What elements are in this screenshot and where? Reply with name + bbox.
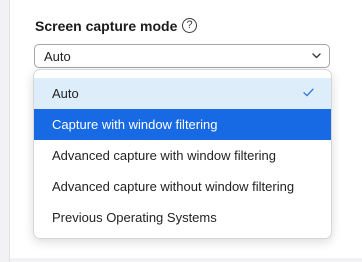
sidebar-edge	[0, 0, 10, 262]
option-previous-operating-systems[interactable]: Previous Operating Systems	[34, 202, 331, 233]
section-title: Screen capture mode	[35, 18, 178, 34]
option-capture-with-window-filtering[interactable]: Capture with window filtering	[34, 109, 331, 140]
option-auto[interactable]: Auto	[34, 78, 331, 109]
option-label: Previous Operating Systems	[52, 210, 217, 225]
option-advanced-capture-without-window-filtering[interactable]: Advanced capture without window filterin…	[34, 171, 331, 202]
option-label: Advanced capture with window filtering	[52, 148, 277, 163]
option-label: Auto	[52, 86, 79, 101]
panel-bottom-edge	[10, 258, 362, 262]
chevron-down-icon	[312, 53, 321, 59]
dropdown-menu: Auto Capture with window filtering Advan…	[33, 69, 332, 239]
option-advanced-capture-with-window-filtering[interactable]: Advanced capture with window filtering	[34, 140, 331, 171]
select-value: Auto	[44, 49, 71, 64]
question-circle-icon[interactable]: ?	[182, 18, 197, 33]
option-label: Advanced capture without window filterin…	[52, 179, 295, 194]
option-label: Capture with window filtering	[52, 117, 218, 132]
checkmark-icon	[303, 88, 314, 97]
screen-capture-mode-select[interactable]: Auto	[34, 44, 330, 68]
